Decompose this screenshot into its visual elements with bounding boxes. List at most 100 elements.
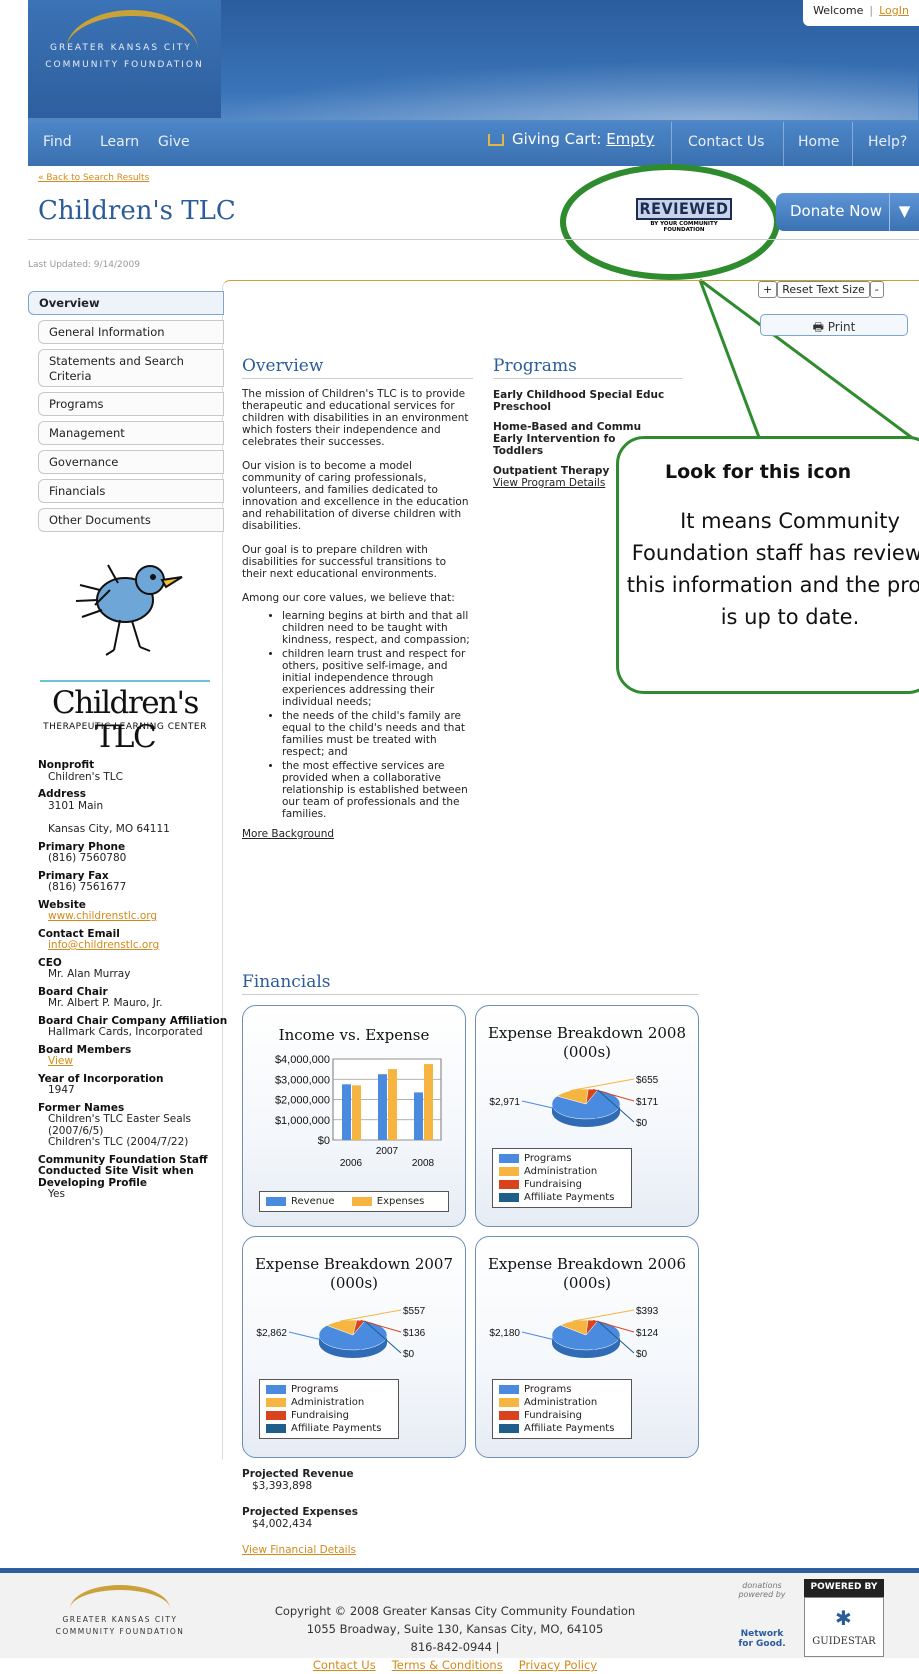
- legend-label: Expenses: [376, 1196, 425, 1207]
- text-size-reset[interactable]: Reset Text Size: [777, 281, 870, 298]
- nav-learn[interactable]: Learn: [100, 134, 139, 150]
- welcome-bar: Welcome | LogIn: [803, 0, 919, 26]
- site-logo[interactable]: GREATER KANSAS CITY COMMUNITY FOUNDATION: [28, 0, 221, 118]
- website-link[interactable]: www.childrenstlc.org: [48, 910, 157, 922]
- network-for-good-logo[interactable]: Network for Good.: [738, 1629, 786, 1649]
- footer-address: 1055 Broadway, Suite 130, Kansas City, M…: [306, 1622, 604, 1636]
- chart-legend: Programs Administration Fundraising Affi…: [259, 1379, 399, 1439]
- data-label: $2,180: [489, 1328, 520, 1339]
- tab-financials[interactable]: Financials: [38, 479, 224, 503]
- nav-give[interactable]: Give: [158, 134, 190, 150]
- guidestar-logo[interactable]: ✱ GUIDESTAR: [804, 1597, 884, 1657]
- tab-other-documents[interactable]: Other Documents: [38, 508, 224, 532]
- program-item[interactable]: Home-Based and Commu: [493, 421, 683, 433]
- program-item[interactable]: Preschool: [493, 401, 683, 413]
- chart-legend: Programs Administration Fundraising Affi…: [492, 1148, 632, 1208]
- data-label: $171: [636, 1097, 659, 1108]
- text-size-decrease[interactable]: -: [869, 281, 884, 298]
- print-button[interactable]: 🖶 Print: [760, 314, 908, 336]
- legend-swatch: [499, 1179, 519, 1189]
- program-item[interactable]: Early Childhood Special Educ: [493, 389, 683, 401]
- legend-swatch: [499, 1166, 519, 1176]
- last-updated: Last Updated: 9/14/2009: [28, 260, 140, 270]
- logo-line1: GREATER KANSAS CITY: [50, 43, 192, 53]
- list-item: the most effective services are provided…: [282, 760, 473, 820]
- legend-label: Fundraising: [524, 1410, 582, 1421]
- chevron-down-icon[interactable]: ▼: [889, 193, 919, 231]
- email-link[interactable]: info@childrenstlc.org: [48, 939, 159, 951]
- legend-label: Administration: [291, 1397, 365, 1408]
- chart-legend: Programs Administration Fundraising Affi…: [492, 1379, 632, 1439]
- tab-management[interactable]: Management: [38, 421, 224, 445]
- data-label: $0: [403, 1349, 415, 1360]
- y-tick-label: $4,000,000: [275, 1054, 330, 1066]
- nav-contact[interactable]: Contact Us: [688, 134, 764, 150]
- y-tick-label: $0: [318, 1135, 330, 1147]
- tab-governance[interactable]: Governance: [38, 450, 224, 474]
- footer-logo-line2: COMMUNITY FOUNDATION: [55, 1627, 185, 1636]
- expense-breakdown-2007-chart: Expense Breakdown 2007 (000s) $2,862 $557…: [242, 1236, 466, 1458]
- org-info: Nonprofit Children's TLC Address 3101 Main…: [38, 759, 228, 1207]
- cart-value-link[interactable]: Empty: [606, 130, 654, 148]
- footer-contact-link[interactable]: Contact Us: [313, 1658, 376, 1672]
- giving-cart[interactable]: Giving Cart: Empty: [488, 130, 655, 148]
- income-expense-chart: Income vs. Expense $4,000,000 $3,000,000 $…: [242, 1005, 466, 1227]
- nav-home[interactable]: Home: [798, 134, 839, 150]
- overview-p4: Among our core values, we believe that:: [242, 592, 455, 604]
- data-label: $655: [636, 1075, 659, 1086]
- projected-expenses-label: Projected Expenses: [242, 1506, 359, 1518]
- legend-label: Programs: [524, 1384, 572, 1395]
- y-tick-label: $2,000,000: [275, 1095, 330, 1107]
- board-chair-value: Mr. Albert P. Mauro, Jr.: [48, 997, 163, 1009]
- data-label: $124: [636, 1328, 659, 1339]
- projected-values: Projected Revenue $3,393,898 Projected E…: [242, 1468, 358, 1556]
- donate-now-button[interactable]: Donate Now ▼: [776, 193, 919, 231]
- fax-value: (816) 7561677: [48, 881, 127, 893]
- tab-statements-and-search-criteria[interactable]: Statements and Search Criteria: [38, 349, 224, 387]
- reviewed-callout: Look for this icon It means Community Fo…: [616, 436, 919, 694]
- overview-p1: The mission of Children's TLC is to prov…: [242, 388, 469, 448]
- site-footer: GREATER KANSAS CITY COMMUNITY FOUNDATION…: [0, 1568, 919, 1672]
- address-label: Address: [38, 788, 86, 800]
- data-label: $393: [636, 1306, 659, 1317]
- view-financial-details-link[interactable]: View Financial Details: [242, 1544, 358, 1556]
- footer-terms-link[interactable]: Terms & Conditions: [392, 1658, 503, 1672]
- data-label: $557: [403, 1306, 426, 1317]
- data-label: $0: [636, 1118, 648, 1129]
- legend-swatch: [499, 1397, 519, 1407]
- phone-value: (816) 7560780: [48, 852, 127, 864]
- legend-swatch: [266, 1196, 286, 1206]
- legend-label: Programs: [524, 1153, 572, 1164]
- back-to-results-link[interactable]: « Back to Search Results: [38, 173, 149, 183]
- legend-label: Affiliate Payments: [524, 1423, 615, 1434]
- nav-find[interactable]: Find: [43, 134, 72, 150]
- tab-overview[interactable]: Overview: [28, 291, 224, 315]
- tab-programs[interactable]: Programs: [38, 392, 224, 416]
- legend-swatch: [266, 1397, 286, 1407]
- financials-heading: Financials: [242, 972, 699, 995]
- star-icon: ✱: [835, 1606, 852, 1630]
- bar: [352, 1085, 361, 1140]
- bar: [378, 1074, 387, 1140]
- login-link[interactable]: LogIn: [879, 4, 909, 17]
- nav-help[interactable]: Help?: [868, 134, 907, 150]
- tab-general-information[interactable]: General Information: [38, 320, 224, 344]
- board-members-link[interactable]: View: [48, 1055, 73, 1067]
- org-logo-tagline: THERAPEUTIC LEARNING CENTER: [43, 722, 207, 732]
- x-tick-label: 2008: [412, 1158, 435, 1169]
- footer-phone: 816-842-0944 |: [410, 1640, 500, 1654]
- footer-privacy-link[interactable]: Privacy Policy: [519, 1658, 597, 1672]
- legend-swatch: [499, 1153, 519, 1163]
- list-item: the needs of the child's family are equa…: [282, 710, 473, 758]
- printer-icon: 🖶: [812, 320, 824, 334]
- legend-swatch: [266, 1410, 286, 1420]
- bar: [424, 1064, 433, 1140]
- projected-revenue-value: $3,393,898: [252, 1480, 313, 1492]
- footer-logo-arc: [70, 1585, 170, 1609]
- footer-text: Copyright © 2008 Greater Kansas City Com…: [265, 1602, 645, 1674]
- data-label: $0: [636, 1349, 648, 1360]
- more-background-link[interactable]: More Background: [242, 828, 473, 840]
- org-logo-rule: [40, 680, 210, 682]
- text-size-increase[interactable]: +: [758, 281, 778, 298]
- reviewed-badge[interactable]: REVIEWED BY YOUR COMMUNITY FOUNDATION: [636, 198, 732, 233]
